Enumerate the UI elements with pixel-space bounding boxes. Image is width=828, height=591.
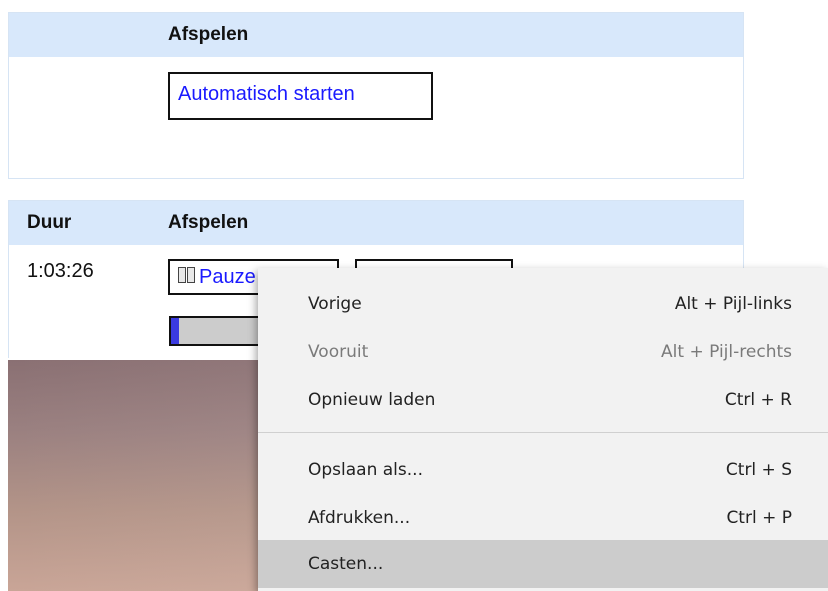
menu-item-print[interactable]: Afdrukken... Ctrl + P bbox=[258, 494, 828, 542]
context-menu: Vorige Alt + Pijl-links Vooruit Alt + Pi… bbox=[258, 268, 828, 591]
menu-item-shortcut: Ctrl + R bbox=[724, 390, 792, 410]
duration-column-header: Duur bbox=[27, 212, 72, 233]
menu-item-shortcut: Alt + Pijl-links bbox=[674, 294, 792, 314]
menu-item-cast[interactable]: Casten... bbox=[258, 540, 828, 588]
menu-item-reload[interactable]: Opnieuw laden Ctrl + R bbox=[258, 376, 828, 424]
play-column-header: Afspelen bbox=[168, 24, 249, 45]
menu-item-save-as[interactable]: Opslaan als... Ctrl + S bbox=[258, 446, 828, 494]
play-column-header: Afspelen bbox=[168, 212, 249, 233]
menu-item-shortcut: Ctrl + P bbox=[726, 508, 792, 528]
playback-header-row: Duur Afspelen bbox=[9, 201, 743, 245]
menu-item-label: Casten... bbox=[308, 554, 384, 574]
progress-fill bbox=[171, 318, 180, 344]
menu-item-label: Vooruit bbox=[308, 342, 369, 362]
menu-item-forward[interactable]: Vooruit Alt + Pijl-rechts bbox=[258, 328, 828, 376]
autostart-button[interactable]: Automatisch starten bbox=[168, 72, 433, 120]
menu-item-label: Opnieuw laden bbox=[308, 390, 436, 410]
autoplay-panel: Afspelen Automatisch starten bbox=[8, 12, 744, 179]
menu-item-shortcut: Alt + Pijl-rechts bbox=[661, 342, 792, 362]
duration-value: 1:03:26 bbox=[27, 260, 94, 282]
menu-item-shortcut: Ctrl + S bbox=[725, 460, 792, 480]
pause-icon bbox=[178, 266, 196, 289]
menu-item-back[interactable]: Vorige Alt + Pijl-links bbox=[258, 280, 828, 328]
menu-item-label: Opslaan als... bbox=[308, 460, 423, 480]
autoplay-header-row: Afspelen bbox=[9, 13, 743, 57]
pause-button-label: Pauze bbox=[199, 266, 256, 288]
menu-separator bbox=[258, 432, 828, 433]
menu-item-label: Afdrukken... bbox=[308, 508, 411, 528]
menu-item-label: Vorige bbox=[308, 294, 362, 314]
